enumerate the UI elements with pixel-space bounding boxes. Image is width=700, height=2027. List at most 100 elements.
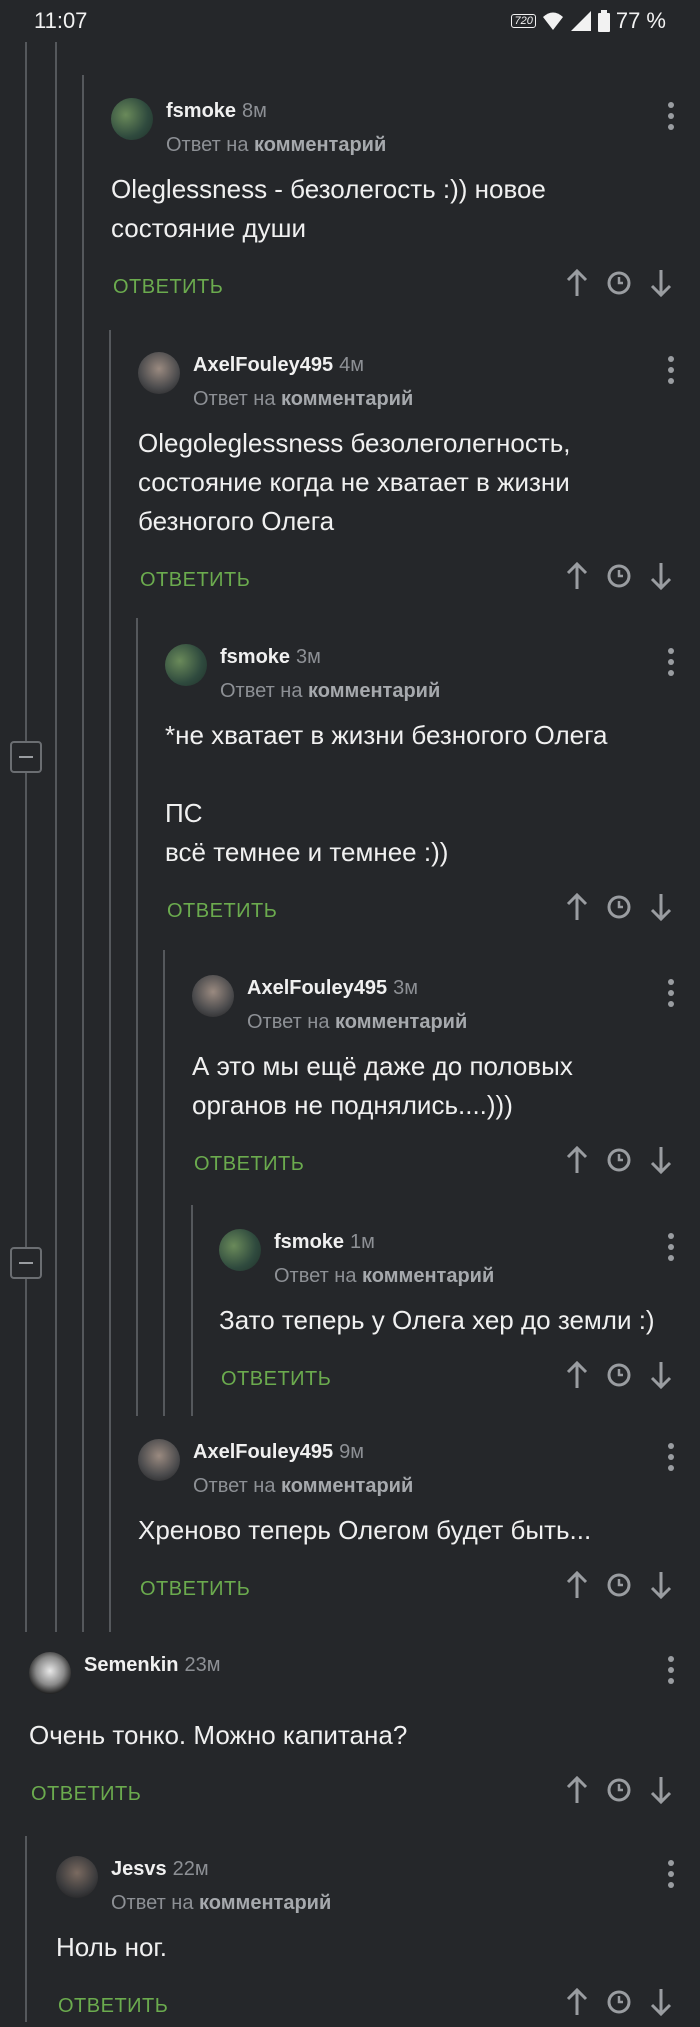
reply-to-link[interactable]: комментарий (335, 1011, 467, 1033)
comment-author[interactable]: AxelFouley495 3м (247, 977, 418, 1000)
reply-to-link[interactable]: комментарий (281, 1475, 413, 1497)
comment-author[interactable]: AxelFouley495 4м (193, 354, 364, 377)
arrow-down-icon[interactable] (646, 1145, 676, 1175)
reply-button[interactable]: ОТВЕТИТЬ (113, 276, 223, 299)
more-vertical-icon[interactable] (666, 102, 676, 132)
reply-to-label: Ответ на комментарий (166, 134, 387, 156)
avatar[interactable] (29, 1652, 71, 1694)
arrow-up-icon[interactable] (562, 561, 592, 591)
arrow-down-icon[interactable] (646, 1570, 676, 1600)
thread-line[interactable] (191, 1205, 193, 1416)
clock-icon[interactable] (604, 561, 634, 591)
comment-text: Хреново теперь Олегом будет быть... (138, 1515, 592, 1545)
clock-icon[interactable] (604, 1145, 634, 1175)
avatar[interactable] (138, 1439, 180, 1481)
thread-line[interactable] (25, 1836, 27, 2022)
reply-button[interactable]: ОТВЕТИТЬ (140, 1578, 250, 1601)
reply-to-link[interactable]: комментарий (308, 680, 440, 702)
more-vertical-icon[interactable] (666, 979, 676, 1009)
more-vertical-icon[interactable] (666, 356, 676, 386)
reply-to-link[interactable]: комментарий (254, 134, 386, 156)
avatar[interactable] (111, 98, 153, 140)
comment-text: Oleglessness - безолегость :)) новое сос… (111, 174, 546, 243)
collapse-thread-button[interactable] (10, 1247, 42, 1279)
reply-button[interactable]: ОТВЕТИТЬ (58, 1995, 168, 2018)
reply-to-label: Ответ на комментарий (220, 680, 441, 702)
arrow-down-icon[interactable] (646, 1775, 676, 1805)
comment-actions: ОТВЕТИТЬ (138, 561, 676, 601)
thread-line[interactable] (82, 75, 84, 1632)
avatar[interactable] (192, 975, 234, 1017)
avatar[interactable] (219, 1229, 261, 1271)
reply-button[interactable]: ОТВЕТИТЬ (194, 1153, 304, 1176)
arrow-down-icon[interactable] (646, 268, 676, 298)
collapse-thread-button[interactable] (10, 741, 42, 773)
reply-button[interactable]: ОТВЕТИТЬ (31, 1783, 141, 1806)
comment-author[interactable]: AxelFouley495 9м (193, 1441, 364, 1464)
battery-icon (597, 10, 610, 32)
reply-button[interactable]: ОТВЕТИТЬ (221, 1368, 331, 1391)
reply-to-label: Ответ на комментарий (193, 388, 414, 410)
status-time: 11:07 (34, 8, 88, 33)
thread-line[interactable] (163, 950, 165, 1416)
thread-line[interactable] (136, 618, 138, 1416)
arrow-up-icon[interactable] (562, 892, 592, 922)
status-icons: 720 77 % (511, 8, 666, 34)
arrow-down-icon[interactable] (646, 892, 676, 922)
clock-icon[interactable] (604, 892, 634, 922)
comment-actions: ОТВЕТИТЬ (29, 1775, 676, 1815)
arrow-up-icon[interactable] (562, 1570, 592, 1600)
clock-icon[interactable] (604, 1775, 634, 1805)
comment: fsmoke 3м Ответ на комментарий *не хватае… (165, 644, 676, 932)
avatar[interactable] (56, 1856, 98, 1898)
status-bar: 11:07 720 77 % (0, 0, 700, 42)
arrow-up-icon[interactable] (562, 1360, 592, 1390)
thread-line[interactable] (109, 330, 111, 1632)
comment-author[interactable]: fsmoke 3м (220, 646, 321, 669)
arrow-up-icon[interactable] (562, 268, 592, 298)
arrow-down-icon[interactable] (646, 561, 676, 591)
comment-time: 3м (296, 646, 321, 668)
comment-time: 4м (339, 354, 364, 376)
comment-author[interactable]: Semenkin 23м (84, 1654, 220, 1677)
avatar[interactable] (165, 644, 207, 686)
comment-actions: ОТВЕТИТЬ (219, 1360, 676, 1400)
signal-icon (570, 11, 591, 31)
comment: Semenkin 23м Очень тонко. Можно капитана?… (29, 1652, 676, 1815)
reply-button[interactable]: ОТВЕТИТЬ (167, 900, 277, 923)
comment-actions: ОТВЕТИТЬ (56, 1987, 676, 2027)
avatar[interactable] (138, 352, 180, 394)
comment-time: 8м (242, 100, 267, 122)
comment-text: Зато теперь у Олега хер до земли :) (219, 1305, 655, 1335)
comment-actions: ОТВЕТИТЬ (111, 268, 676, 308)
comment-author[interactable]: fsmoke 8м (166, 100, 267, 123)
clock-icon[interactable] (604, 1360, 634, 1390)
comment-author[interactable]: Jesvs 22м (111, 1858, 209, 1881)
arrow-down-icon[interactable] (646, 1360, 676, 1390)
more-vertical-icon[interactable] (666, 1443, 676, 1473)
thread-line[interactable] (55, 42, 57, 1632)
reply-to-label: Ответ на комментарий (247, 1011, 468, 1033)
comment-actions: ОТВЕТИТЬ (192, 1145, 676, 1185)
thread-line[interactable] (25, 42, 27, 1632)
arrow-up-icon[interactable] (562, 1775, 592, 1805)
comment-author[interactable]: fsmoke 1м (274, 1231, 375, 1254)
arrow-up-icon[interactable] (562, 1987, 592, 2017)
more-vertical-icon[interactable] (666, 1860, 676, 1890)
comment: AxelFouley495 9м Ответ на комментарий Хре… (138, 1439, 676, 1610)
more-vertical-icon[interactable] (666, 648, 676, 678)
arrow-up-icon[interactable] (562, 1145, 592, 1175)
clock-icon[interactable] (604, 1987, 634, 2017)
more-vertical-icon[interactable] (666, 1233, 676, 1263)
comment-text: Olegoleglessness безолеголегность, состо… (138, 428, 571, 536)
comment-text: Ноль ног. (56, 1932, 167, 1962)
clock-icon[interactable] (604, 268, 634, 298)
more-vertical-icon[interactable] (666, 1656, 676, 1686)
reply-to-link[interactable]: комментарий (362, 1265, 494, 1287)
reply-to-link[interactable]: комментарий (199, 1892, 331, 1914)
clock-icon[interactable] (604, 1570, 634, 1600)
reply-to-link[interactable]: комментарий (281, 388, 413, 410)
arrow-down-icon[interactable] (646, 1987, 676, 2017)
reply-button[interactable]: ОТВЕТИТЬ (140, 569, 250, 592)
reply-to-label: Ответ на комментарий (111, 1892, 332, 1914)
